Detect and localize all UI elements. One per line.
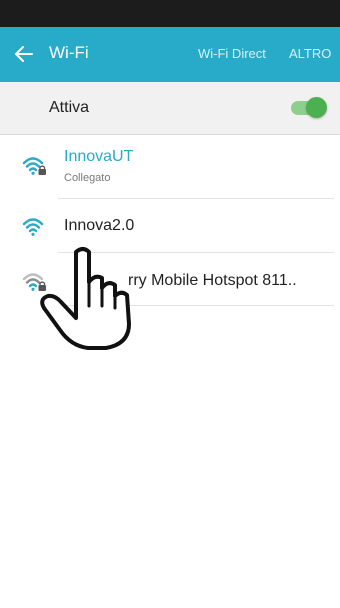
wifi-lock-icon	[22, 157, 46, 175]
network-name: InnovaUT	[64, 148, 134, 165]
arrow-left-icon[interactable]	[13, 42, 35, 66]
network-status: Collegato	[64, 172, 111, 184]
hand-pointer-icon	[40, 247, 131, 350]
toggle-label: Attiva	[49, 99, 90, 116]
wifi-switch-thumb[interactable]	[306, 97, 327, 118]
network-item-innovaut[interactable]: InnovaUT Collegato	[0, 134, 340, 198]
wifi-direct-button[interactable]: Wi-Fi Direct	[198, 46, 266, 61]
status-bar	[0, 0, 340, 27]
network-name: Innova2.0	[64, 217, 135, 234]
page-title: Wi-Fi	[49, 43, 89, 62]
more-button[interactable]: ALTRO	[289, 46, 331, 61]
wifi-toggle-row[interactable]: Attiva	[0, 82, 340, 135]
app-bar: Wi-Fi Wi-Fi Direct ALTRO	[0, 27, 340, 82]
network-name: rry Mobile Hotspot 811..	[128, 272, 297, 289]
wifi-icon	[22, 218, 44, 236]
